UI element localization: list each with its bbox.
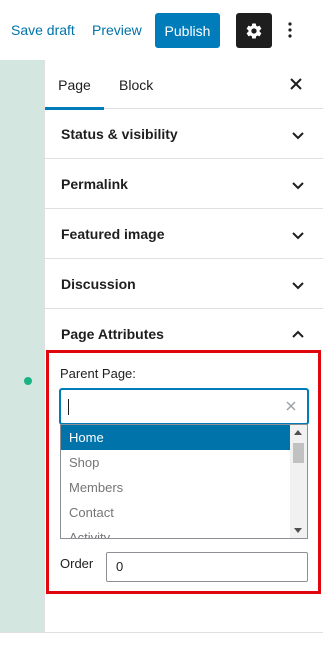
publish-button[interactable]: Publish (155, 13, 220, 48)
scroll-down-arrow-icon[interactable] (294, 528, 302, 533)
gear-icon (246, 23, 262, 38)
panel-permalink[interactable]: Permalink (45, 159, 323, 209)
preview-button[interactable]: Preview (92, 22, 142, 38)
panel-status-visibility[interactable]: Status & visibility (45, 109, 323, 159)
option-contact[interactable]: Contact (61, 500, 291, 525)
chevron-up-icon (292, 330, 304, 338)
tab-page[interactable]: Page (45, 60, 104, 110)
more-options-button[interactable] (282, 16, 298, 44)
editor-toolbar: Save draft Preview Publish (0, 0, 323, 60)
clear-icon[interactable] (285, 400, 297, 412)
status-dot (24, 377, 32, 385)
parent-page-combobox-input[interactable] (60, 389, 308, 424)
tab-page-label: Page (58, 76, 91, 93)
listbox-scrollbar[interactable] (290, 425, 307, 538)
parent-page-listbox[interactable]: Home Shop Members Contact Activity (60, 424, 308, 539)
order-input[interactable]: 0 (106, 552, 308, 582)
divider (0, 632, 323, 633)
panel-title: Page Attributes (61, 326, 164, 342)
option-shop[interactable]: Shop (61, 450, 291, 475)
panel-title: Discussion (61, 276, 136, 292)
parent-page-label: Parent Page: (60, 366, 136, 381)
tab-block[interactable]: Block (119, 60, 153, 109)
panel-discussion[interactable]: Discussion (45, 259, 323, 309)
chevron-down-icon (292, 232, 304, 240)
panel-featured-image[interactable]: Featured image (45, 209, 323, 259)
tab-block-label: Block (119, 76, 154, 93)
option-activity[interactable]: Activity (61, 525, 291, 538)
settings-button[interactable] (236, 13, 272, 48)
option-home[interactable]: Home (61, 425, 291, 450)
scroll-up-arrow-icon[interactable] (294, 430, 302, 435)
save-draft-button[interactable]: Save draft (11, 22, 75, 38)
panel-title: Featured image (61, 226, 165, 242)
chevron-down-icon (292, 132, 304, 140)
chevron-down-icon (292, 182, 304, 190)
close-icon[interactable] (288, 76, 304, 92)
option-members[interactable]: Members (61, 475, 291, 500)
text-cursor (68, 399, 69, 415)
order-label: Order (60, 556, 94, 571)
chevron-down-icon (292, 282, 304, 290)
vertical-ellipsis-icon (288, 22, 292, 38)
editor-canvas[interactable] (0, 60, 44, 632)
panel-title: Permalink (61, 176, 128, 192)
panel-title: Status & visibility (61, 126, 178, 142)
sidebar-tabs: Page Block (45, 60, 323, 110)
scroll-thumb[interactable] (293, 443, 304, 463)
